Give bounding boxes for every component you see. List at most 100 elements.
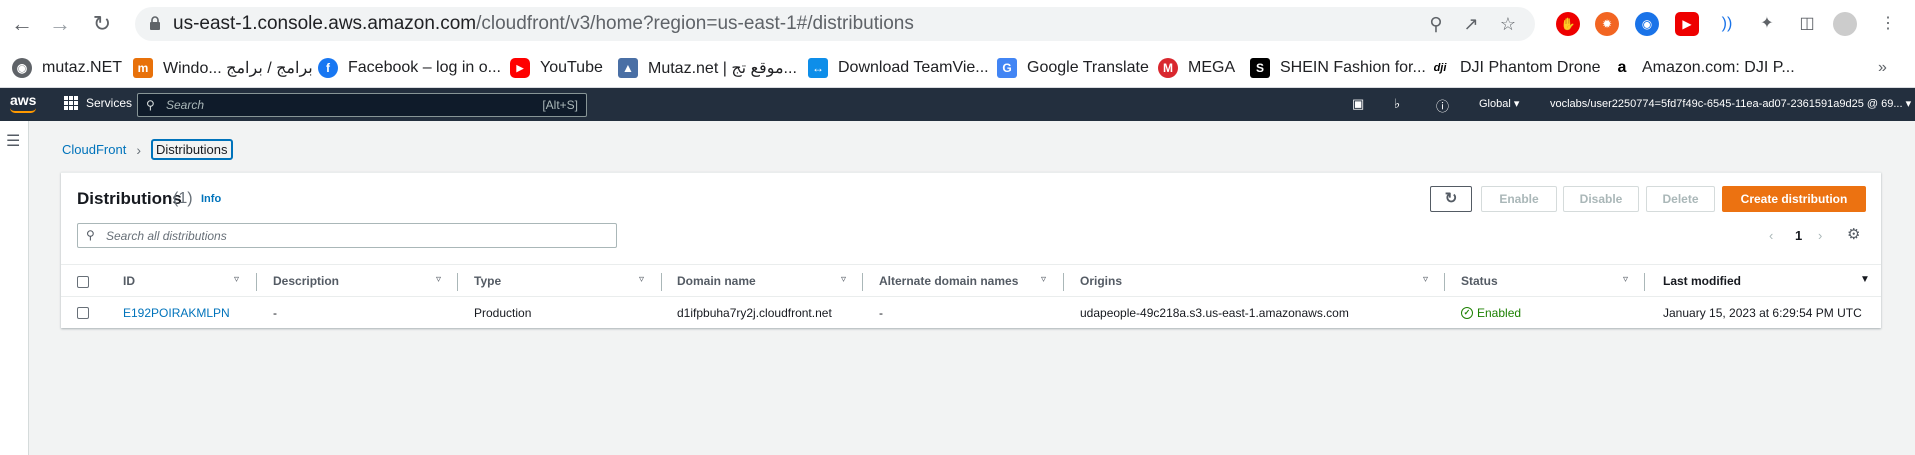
distribution-last-modified: January 15, 2023 at 6:29:54 PM UTC [1663, 306, 1862, 320]
info-link[interactable]: Info [201, 193, 221, 205]
refresh-icon: ↻ [1444, 190, 1458, 207]
bookmarks-bar: ◉ mutaz.NET m Windo... برامج / برامج f Face… [0, 48, 1915, 88]
aws-logo[interactable]: aws [10, 92, 36, 108]
services-menu-button[interactable]: Services [64, 96, 132, 110]
sort-descending-icon[interactable]: ▼ [1860, 274, 1870, 285]
back-arrow-icon[interactable]: ← [8, 10, 36, 38]
share-icon[interactable]: ↗ [1460, 13, 1482, 35]
forward-arrow-icon[interactable]: → [46, 10, 74, 38]
column-resizer[interactable] [661, 273, 662, 291]
help-icon[interactable]: ⓘ [1436, 96, 1449, 115]
bookmark-label: Windo... برامج / برامج [163, 60, 313, 77]
side-navigation-rail: ☰ [0, 121, 29, 455]
bookmark-mutaz-net[interactable]: ◉ mutaz.NET [12, 56, 122, 80]
distribution-origins: udapeople-49c218a.s3.us-east-1.amazonaws… [1080, 306, 1349, 320]
side-panel-icon[interactable]: ◫ [1795, 12, 1819, 36]
bookmark-label: MEGA [1188, 59, 1236, 76]
next-page-icon[interactable]: › [1818, 228, 1822, 243]
settings-gear-icon[interactable]: ⚙ [1847, 225, 1860, 243]
distribution-id-link[interactable]: E192POIRAKMLPN [123, 306, 230, 320]
column-header-status[interactable]: Status [1461, 274, 1498, 288]
aws-smile-icon [10, 108, 36, 113]
distribution-count: (1) [173, 190, 193, 207]
column-header-alternate-domain-names[interactable]: Alternate domain names [879, 274, 1018, 288]
bookmark-teamviewer[interactable]: ↔ Download TeamVie... [808, 56, 989, 80]
extension-blue-icon[interactable]: ◉ [1635, 12, 1659, 36]
sort-caret-icon[interactable]: ▿ [1623, 274, 1628, 285]
sort-caret-icon[interactable]: ▿ [841, 274, 846, 285]
column-resizer[interactable] [862, 273, 863, 291]
column-header-domain-name[interactable]: Domain name [677, 274, 756, 288]
extension-orange-icon[interactable]: ✹ [1595, 12, 1619, 36]
hamburger-menu-icon[interactable]: ☰ [6, 131, 20, 151]
column-resizer[interactable] [256, 273, 257, 291]
bookmark-dji[interactable]: dji DJI Phantom Drone [1430, 56, 1601, 80]
status-label: Enabled [1477, 306, 1522, 320]
bookmark-shein[interactable]: S SHEIN Fashion for... [1250, 56, 1426, 80]
search-distributions-input[interactable]: ⚲ Search all distributions [77, 223, 617, 248]
address-bar[interactable]: us-east-1.console.aws.amazon.com/cloudfr… [135, 7, 1535, 41]
bookmark-windows-apps[interactable]: m Windo... برامج / برامج [133, 56, 313, 80]
bookmark-amazon[interactable]: a Amazon.com: DJI P... [1612, 56, 1795, 80]
notifications-bell-icon[interactable]: ♭ [1394, 96, 1400, 112]
column-header-id[interactable]: ID [123, 274, 135, 288]
disable-button[interactable]: Disable [1563, 186, 1639, 212]
breadcrumb-cloudfront[interactable]: CloudFront [62, 142, 126, 157]
search-shortcut: [Alt+S] [542, 98, 578, 112]
search-icon: ⚲ [86, 228, 95, 242]
delete-button[interactable]: Delete [1646, 186, 1715, 212]
page-number[interactable]: 1 [1795, 228, 1802, 243]
sort-caret-icon[interactable]: ▿ [639, 274, 644, 285]
youtube-extension-icon[interactable]: ▶ [1675, 12, 1699, 36]
bookmarks-overflow-icon[interactable]: » [1878, 56, 1887, 80]
refresh-button[interactable]: ↻ [1430, 186, 1472, 212]
bookmark-star-icon[interactable]: ☆ [1497, 13, 1519, 35]
distributions-panel: Distributions (1) Info ↻ Enable Disable … [61, 172, 1881, 328]
profile-avatar[interactable] [1833, 12, 1857, 36]
column-header-description[interactable]: Description [273, 274, 339, 288]
extensions-puzzle-icon[interactable]: ✦ [1755, 12, 1779, 36]
bookmark-youtube[interactable]: ▶ YouTube [510, 56, 603, 80]
breadcrumb-distributions[interactable]: Distributions [150, 139, 233, 160]
column-header-origins[interactable]: Origins [1080, 274, 1122, 288]
menu-kebab-icon[interactable]: ⋮ [1876, 12, 1900, 36]
aws-search-input[interactable]: ⚲ Search [Alt+S] [137, 93, 587, 117]
column-header-last-modified[interactable]: Last modified [1663, 274, 1741, 288]
table-row: E192POIRAKMLPN - Production d1ifpbuha7ry… [61, 297, 1881, 329]
amazon-icon: a [1612, 58, 1632, 78]
distribution-domain-name: d1ifpbuha7ry2j.cloudfront.net [677, 306, 832, 320]
bookmark-mega[interactable]: M MEGA [1158, 56, 1235, 80]
previous-page-icon[interactable]: ‹ [1769, 228, 1773, 243]
create-distribution-button[interactable]: Create distribution [1722, 186, 1866, 212]
shein-icon: S [1250, 58, 1270, 78]
bookmark-label: mutaz.NET [42, 59, 123, 76]
bookmark-facebook[interactable]: f Facebook – log in o... [318, 56, 501, 80]
zoom-icon[interactable]: ⚲ [1425, 13, 1447, 35]
column-resizer[interactable] [1644, 273, 1645, 291]
region-selector[interactable]: Global ▾ [1479, 97, 1519, 110]
account-menu[interactable]: voclabs/user2250774=5fd7f49c-6545-11ea-a… [1550, 97, 1911, 110]
bookmark-google-translate[interactable]: G Google Translate [997, 56, 1149, 80]
bookmark-mutaz-site[interactable]: ▲ Mutaz.net | موقع تج... [618, 56, 797, 80]
row-select-checkbox[interactable] [77, 307, 89, 319]
reload-icon[interactable]: ↻ [88, 10, 116, 38]
column-resizer[interactable] [457, 273, 458, 291]
adblock-icon[interactable]: ✋ [1556, 12, 1580, 36]
audio-extension-icon[interactable]: )) [1715, 12, 1739, 36]
column-resizer[interactable] [1063, 273, 1064, 291]
column-resizer[interactable] [1444, 273, 1445, 291]
cloudshell-icon[interactable]: ▣ [1352, 96, 1364, 112]
sort-caret-icon[interactable]: ▿ [436, 274, 441, 285]
select-all-checkbox[interactable] [77, 276, 89, 288]
search-icon: ⚲ [146, 98, 155, 112]
column-header-type[interactable]: Type [474, 274, 501, 288]
bookmark-label: Mutaz.net | موقع تج... [648, 60, 797, 77]
bookmark-label: SHEIN Fashion for... [1280, 59, 1426, 76]
enable-button[interactable]: Enable [1481, 186, 1557, 212]
url-text: us-east-1.console.aws.amazon.com/cloudfr… [173, 13, 914, 35]
sort-caret-icon[interactable]: ▿ [1423, 274, 1428, 285]
sort-caret-icon[interactable]: ▿ [1041, 274, 1046, 285]
facebook-icon: f [318, 58, 338, 78]
sort-caret-icon[interactable]: ▿ [234, 274, 239, 285]
url-host: us-east-1.console.aws.amazon.com [173, 13, 477, 34]
